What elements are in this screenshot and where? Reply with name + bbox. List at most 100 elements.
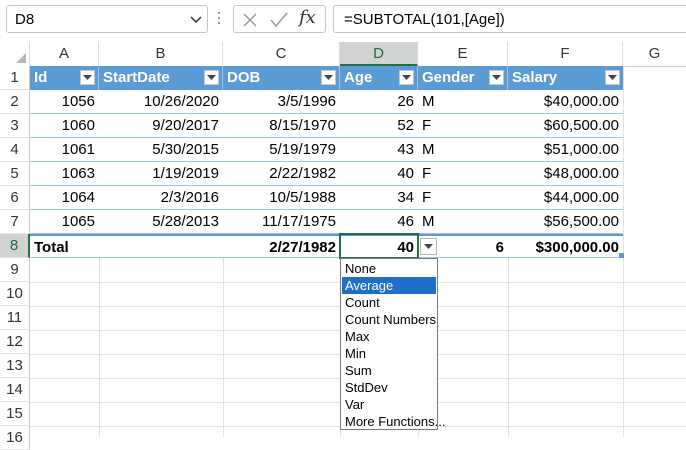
column-header-d[interactable]: D — [340, 42, 418, 66]
formula-text: =SUBTOTAL(101,[Age]) — [344, 11, 505, 28]
table-cell-dob[interactable]: 8/15/1970 — [223, 114, 340, 138]
table-cell-dob[interactable]: 2/22/1982 — [223, 162, 340, 186]
option-average[interactable]: Average — [342, 277, 436, 294]
table-cell-startdate[interactable]: 10/26/2020 — [99, 90, 223, 114]
table-header-dob[interactable]: DOB — [223, 66, 340, 90]
row-header-15[interactable]: 15 — [0, 402, 30, 426]
column-header-b[interactable]: B — [99, 42, 223, 66]
table-resize-handle[interactable] — [619, 253, 624, 258]
table-cell-gender[interactable]: F — [418, 162, 508, 186]
table-header-label: Salary — [512, 69, 558, 86]
total-function-dropdown-button[interactable] — [420, 238, 437, 255]
column-header-e[interactable]: E — [418, 42, 508, 66]
table-cell-age[interactable]: 43 — [340, 138, 418, 162]
table-cell-id[interactable]: 1061 — [30, 138, 99, 162]
option-stddev[interactable]: StdDev — [342, 379, 436, 396]
option-count-numbers[interactable]: Count Numbers — [342, 311, 436, 328]
table-cell-gender[interactable]: M — [418, 138, 508, 162]
row-header-5[interactable]: 5 — [0, 162, 30, 186]
filter-dropdown-icon[interactable] — [605, 70, 620, 85]
table-cell-gender[interactable]: F — [418, 186, 508, 210]
table-cell-dob[interactable]: 3/5/1996 — [223, 90, 340, 114]
table-cell-id[interactable]: 1065 — [30, 210, 99, 234]
table-header-label: DOB — [227, 69, 261, 86]
table-cell-id[interactable]: 1056 — [30, 90, 99, 114]
table-cell-age[interactable]: 34 — [340, 186, 418, 210]
filter-dropdown-icon[interactable] — [321, 70, 336, 85]
total-startdate-cell[interactable] — [99, 234, 223, 258]
table-cell-salary[interactable]: $48,000.00 — [508, 162, 623, 186]
table-cell-startdate[interactable]: 5/30/2015 — [99, 138, 223, 162]
table-cell-age[interactable]: 52 — [340, 114, 418, 138]
table-cell-id[interactable]: 1063 — [30, 162, 99, 186]
name-box[interactable]: D8 — [6, 5, 208, 33]
row-header-2[interactable]: 2 — [0, 90, 30, 114]
row-header-4[interactable]: 4 — [0, 138, 30, 162]
table-cell-startdate[interactable]: 2/3/2016 — [99, 186, 223, 210]
row-header-12[interactable]: 12 — [0, 330, 30, 354]
table-cell-salary[interactable]: $44,000.00 — [508, 186, 623, 210]
total-dob-cell[interactable]: 2/27/1982 — [223, 234, 340, 258]
table-cell-age[interactable]: 40 — [340, 162, 418, 186]
filter-dropdown-icon[interactable] — [399, 70, 414, 85]
table-cell-salary[interactable]: $60,500.00 — [508, 114, 623, 138]
row-header-6[interactable]: 6 — [0, 186, 30, 210]
filter-dropdown-icon[interactable] — [489, 70, 504, 85]
option-more-functions[interactable]: More Functions... — [342, 413, 445, 430]
gridline — [99, 258, 100, 437]
row-header-11[interactable]: 11 — [0, 306, 30, 330]
table-cell-salary[interactable]: $56,500.00 — [508, 210, 623, 234]
table-cell-id[interactable]: 1064 — [30, 186, 99, 210]
table-cell-id[interactable]: 1060 — [30, 114, 99, 138]
table-cell-startdate[interactable]: 5/28/2013 — [99, 210, 223, 234]
row-header-10[interactable]: 10 — [0, 282, 30, 306]
table-header-age[interactable]: Age — [340, 66, 418, 90]
row-header-14[interactable]: 14 — [0, 378, 30, 402]
table-cell-dob[interactable]: 11/17/1975 — [223, 210, 340, 234]
table-cell-gender[interactable]: F — [418, 114, 508, 138]
total-label-cell[interactable]: Total — [30, 234, 99, 258]
table-header-salary[interactable]: Salary — [508, 66, 623, 90]
column-header-f[interactable]: F — [508, 42, 623, 66]
option-var[interactable]: Var — [342, 396, 436, 413]
total-salary-cell[interactable]: $300,000.00 — [508, 234, 623, 258]
option-max[interactable]: Max — [342, 328, 436, 345]
cancel-icon[interactable] — [242, 12, 258, 28]
row-header-16[interactable]: 16 — [0, 426, 30, 450]
row-header-9[interactable]: 9 — [0, 258, 30, 282]
option-count[interactable]: Count — [342, 294, 436, 311]
table-cell-age[interactable]: 46 — [340, 210, 418, 234]
option-sum[interactable]: Sum — [342, 362, 436, 379]
option-none[interactable]: None — [342, 260, 436, 277]
column-header-c[interactable]: C — [223, 42, 340, 66]
insert-function-button[interactable]: fx — [299, 7, 316, 28]
table-cell-age[interactable]: 26 — [340, 90, 418, 114]
row-header-7[interactable]: 7 — [0, 210, 30, 234]
select-all-button[interactable] — [0, 42, 30, 66]
row-header-8[interactable]: 8 — [0, 234, 30, 258]
table-cell-startdate[interactable]: 9/20/2017 — [99, 114, 223, 138]
option-min[interactable]: Min — [342, 345, 436, 362]
table-header-id[interactable]: Id — [30, 66, 99, 90]
filter-dropdown-icon[interactable] — [204, 70, 219, 85]
table-header-gender[interactable]: Gender — [418, 66, 508, 90]
table-cell-salary[interactable]: $51,000.00 — [508, 138, 623, 162]
table-cell-dob[interactable]: 10/5/1988 — [223, 186, 340, 210]
formula-input[interactable]: =SUBTOTAL(101,[Age]) — [333, 5, 686, 33]
table-cell-startdate[interactable]: 1/19/2019 — [99, 162, 223, 186]
row-header-13[interactable]: 13 — [0, 354, 30, 378]
row-header-3[interactable]: 3 — [0, 114, 30, 138]
column-header-g[interactable]: G — [623, 42, 686, 66]
table-cell-gender[interactable]: M — [418, 90, 508, 114]
table-cell-gender[interactable]: M — [418, 210, 508, 234]
table-header-startdate[interactable]: StartDate — [99, 66, 223, 90]
table-cell-dob[interactable]: 5/19/1979 — [223, 138, 340, 162]
chevron-down-icon[interactable] — [189, 13, 203, 27]
filter-dropdown-icon[interactable] — [80, 70, 95, 85]
formula-bar-grip-icon[interactable] — [218, 12, 220, 28]
row-header-1[interactable]: 1 — [0, 66, 30, 90]
table-cell-salary[interactable]: $40,000.00 — [508, 90, 623, 114]
check-icon[interactable] — [270, 12, 288, 28]
total-age-cell[interactable]: 40 — [340, 234, 418, 258]
column-header-a[interactable]: A — [30, 42, 99, 66]
